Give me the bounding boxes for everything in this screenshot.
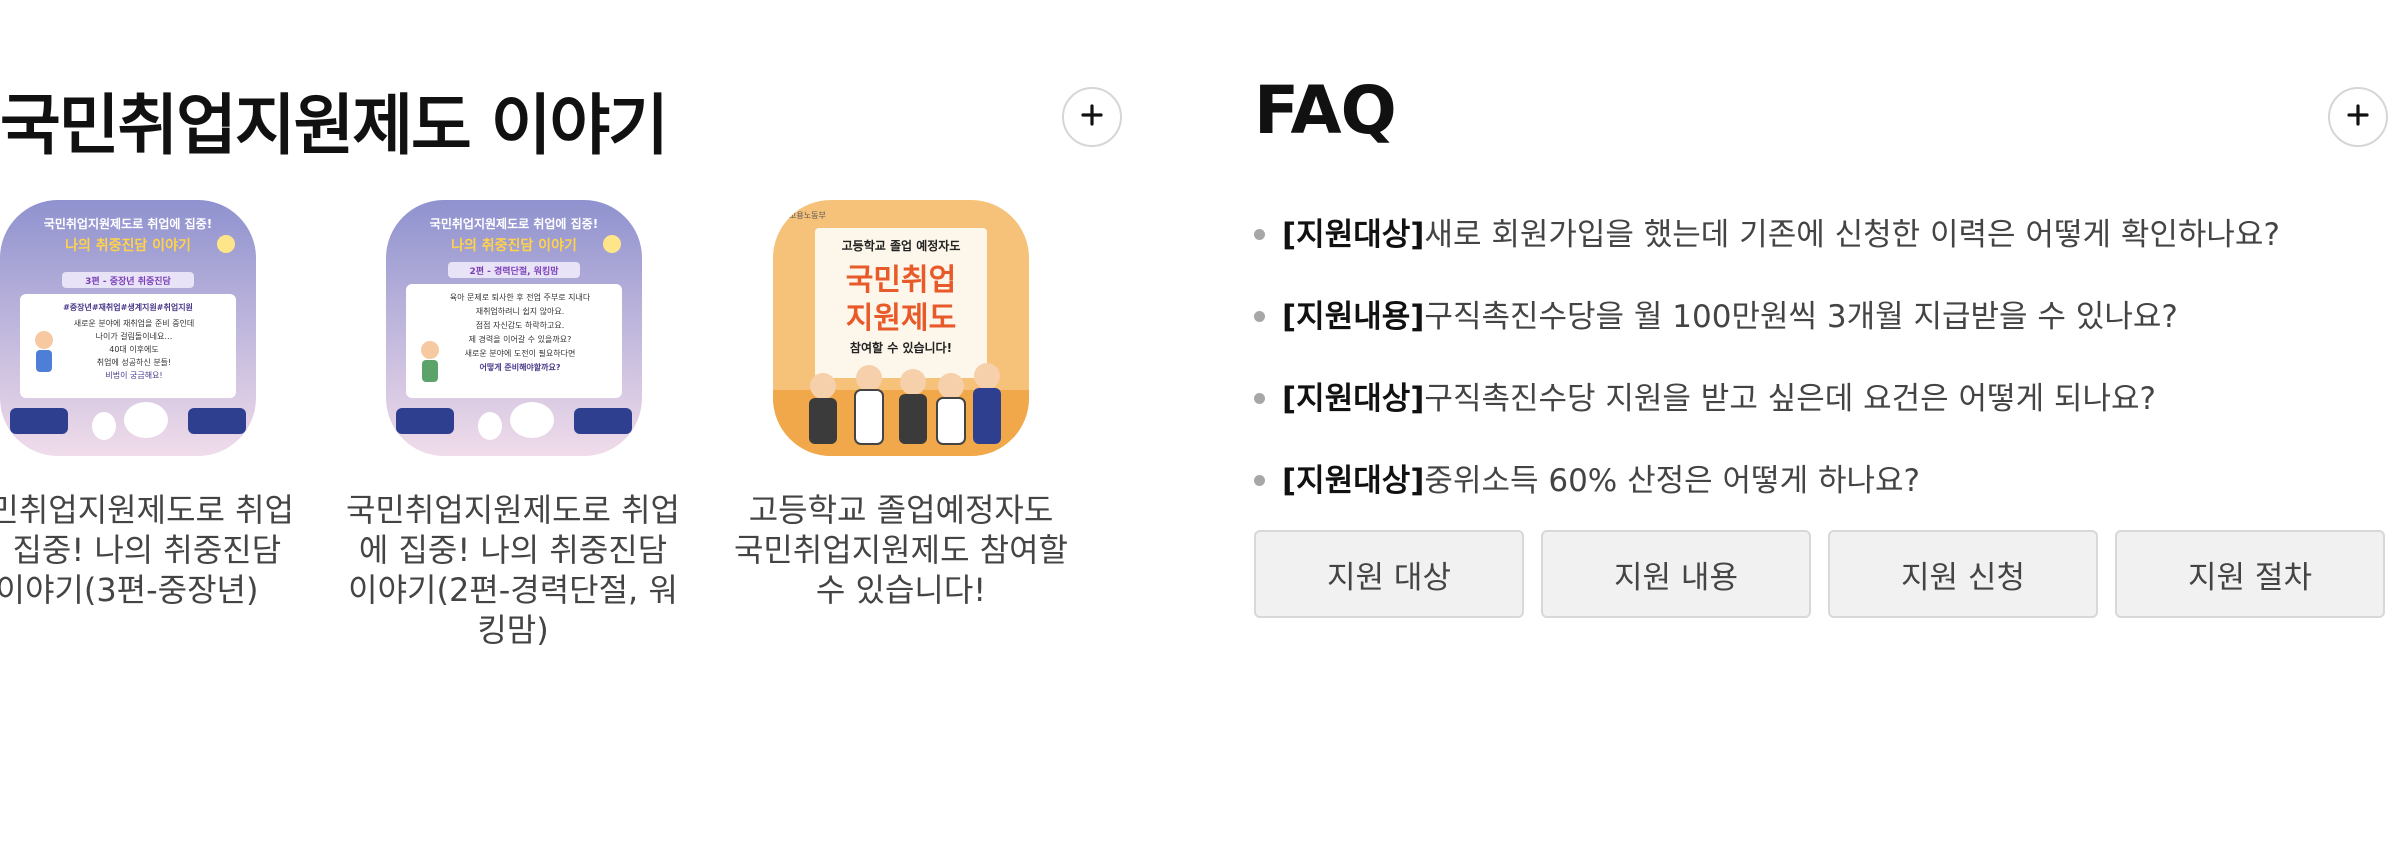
poster-3-title-line-2: 지원제도 bbox=[846, 301, 956, 336]
bullet-icon bbox=[1254, 393, 1265, 404]
poster-2-body-line: 육아 문제로 퇴사한 후 전업 주부로 지내다 bbox=[450, 292, 591, 302]
faq-more-button[interactable] bbox=[2328, 87, 2388, 147]
poster-3-headline: 고등학교 졸업 예정자도 bbox=[842, 238, 961, 253]
faq-section-title: FAQ bbox=[1254, 72, 1397, 149]
poster-1-body-line: 40대 이후에도 bbox=[109, 344, 159, 354]
faq-question[interactable]: 구직촉진수당 지원을 받고 싶은데 요건은 어떻게 되나요? bbox=[1424, 373, 2156, 418]
poster-1-hashtags: #중장년#재취업#생계지원#취업지원 bbox=[63, 302, 193, 312]
poster-1-body-line: 새로운 분야에 재취업을 준비 중인데 bbox=[74, 318, 195, 328]
faq-category-button-procedure[interactable]: 지원 절차 bbox=[2115, 530, 2385, 618]
moon-icon bbox=[217, 235, 235, 253]
faq-item[interactable]: [지원대상] 구직촉진수당 지원을 받고 싶은데 요건은 어떻게 되나요? bbox=[1250, 354, 2280, 436]
moon-icon bbox=[603, 235, 621, 253]
story-card-2-thumbnail[interactable]: 국민취업지원제도로 취업에 집중! 나의 취중진담 이야기 2편 - 경력단절,… bbox=[386, 200, 642, 456]
faq-category-tag: [지원대상] bbox=[1282, 380, 1425, 417]
story-section-title: 국민취업지원제도 이야기 bbox=[0, 87, 669, 164]
faq-item[interactable]: [지원대상] 중위소득 60% 산정은 어떻게 하나요? bbox=[1250, 436, 2280, 518]
story-card-1-caption[interactable]: 국민취업지원제도로 취업에 집중! 나의 취중진담 이야기(3편-중장년) bbox=[0, 490, 298, 610]
poster-1-body-line: 취업에 성공하신 분들! bbox=[97, 357, 172, 367]
poster-3-subtitle: 참여할 수 있습니다! bbox=[850, 340, 952, 355]
faq-category-tag: [지원대상] bbox=[1282, 216, 1425, 253]
faq-question[interactable]: 구직촉진수당을 월 100만원씩 3개월 지급받을 수 있나요? bbox=[1424, 291, 2177, 336]
poster-2-body-line: 재취업하려니 쉽지 않아요. bbox=[476, 306, 565, 316]
poster-1-subheadline: 나의 취중진담 이야기 bbox=[65, 237, 191, 254]
poster-2-headline: 국민취업지원제도로 취업에 집중! bbox=[430, 216, 598, 231]
bullet-icon bbox=[1254, 311, 1265, 322]
faq-category-button-target[interactable]: 지원 대상 bbox=[1254, 530, 1524, 618]
bullet-icon bbox=[1254, 475, 1265, 486]
faq-item[interactable]: [지원내용] 구직촉진수당을 월 100만원씩 3개월 지급받을 수 있나요? bbox=[1250, 272, 2280, 354]
poster-1-badge: 3편 - 중장년 취중진담 bbox=[85, 275, 171, 287]
poster-1-headline: 국민취업지원제도로 취업에 집중! bbox=[44, 216, 212, 231]
poster-3-brand: 고용노동부 bbox=[789, 211, 826, 220]
poster-2-body-line: 점점 자신감도 하락하고요. bbox=[476, 320, 565, 330]
poster-1-body-line: 나이가 걸림돌이네요… bbox=[96, 331, 173, 341]
poster-2-body-line: 새로운 분야에 도전이 필요하다면 bbox=[465, 348, 576, 358]
poster-2-badge: 2편 - 경력단절, 워킹맘 bbox=[469, 265, 559, 277]
poster-2-body-line: 어떻게 준비해야할까요? bbox=[479, 362, 560, 372]
faq-category-button-content[interactable]: 지원 내용 bbox=[1541, 530, 1811, 618]
faq-item[interactable]: [지원대상] 새로 회원가입을 했는데 기존에 신청한 이력은 어떻게 확인하나요… bbox=[1250, 190, 2280, 272]
story-card-1-thumbnail[interactable]: 국민취업지원제도로 취업에 집중! 나의 취중진담 이야기 3편 - 중장년 취… bbox=[0, 200, 256, 456]
poster-2-body-line: 제 경력을 이어갈 수 있을까요? bbox=[469, 334, 572, 344]
story-card-2-caption[interactable]: 국민취업지원제도로 취업에 집중! 나의 취중진담 이야기(2편-경력단절, 워… bbox=[342, 490, 684, 650]
faq-category-tag: [지원대상] bbox=[1282, 462, 1425, 499]
faq-list: [지원대상] 새로 회원가입을 했는데 기존에 신청한 이력은 어떻게 확인하나요… bbox=[1250, 190, 2280, 518]
story-card-3-caption[interactable]: 고등학교 졸업예정자도 국민취업지원제도 참여할 수 있습니다! bbox=[730, 490, 1072, 610]
faq-question[interactable]: 중위소득 60% 산정은 어떻게 하나요? bbox=[1424, 455, 1920, 500]
plus-icon bbox=[1080, 103, 1104, 131]
story-card-3-thumbnail[interactable]: 고용노동부 고등학교 졸업 예정자도 국민취업 지원제도 참여할 수 있습니다! bbox=[773, 200, 1029, 456]
poster-2-subheadline: 나의 취중진담 이야기 bbox=[451, 237, 577, 254]
faq-question[interactable]: 새로 회원가입을 했는데 기존에 신청한 이력은 어떻게 확인하나요? bbox=[1424, 209, 2279, 254]
story-more-button[interactable] bbox=[1062, 87, 1122, 147]
bullet-icon bbox=[1254, 229, 1265, 240]
faq-category-button-apply[interactable]: 지원 신청 bbox=[1828, 530, 2098, 618]
poster-3-title-line-1: 국민취업 bbox=[846, 263, 956, 298]
plus-icon bbox=[2346, 103, 2370, 131]
poster-1-body-line: 비법이 궁금해요! bbox=[105, 370, 162, 380]
faq-category-tag: [지원내용] bbox=[1282, 298, 1425, 335]
